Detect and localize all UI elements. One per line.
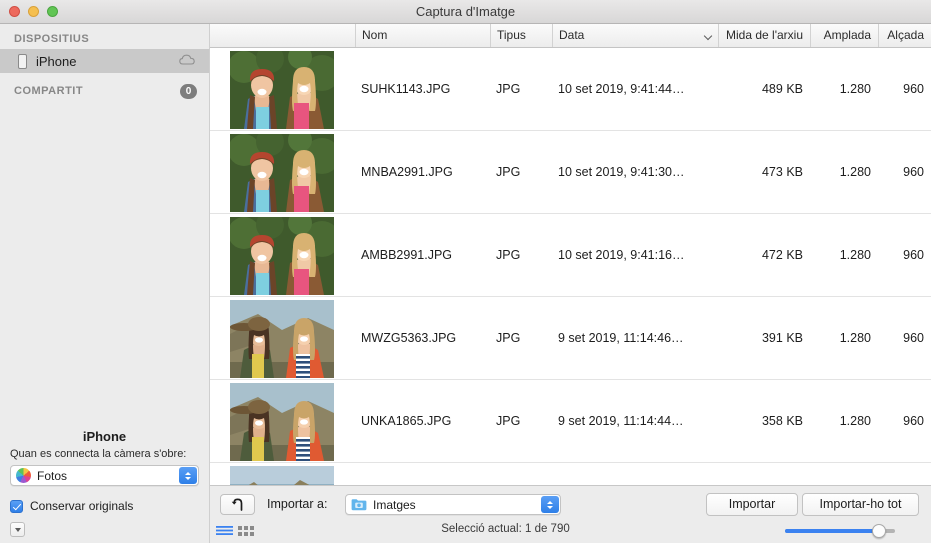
- cell-width: 1.280: [839, 414, 871, 428]
- cell-type: JPG: [496, 165, 521, 179]
- sidebar: DISPOSITIUS iPhone COMPARTIT 0 iPhone Qu…: [0, 24, 210, 543]
- table-row[interactable]: MNBA2991.JPG JPG 10 set 2019, 9:41:30… 473 …: [210, 131, 931, 214]
- table-header: Nom Tipus Data Mida de l'arxiu Amplada Alçada: [210, 24, 931, 48]
- pictures-folder-icon: [351, 498, 367, 511]
- cell-width: [810, 463, 871, 485]
- cell-size: 472 KB: [761, 248, 803, 262]
- rotate-left-icon: [231, 498, 243, 511]
- cell-name: MWZG5363.JPG: [361, 331, 457, 345]
- thumbnail-size-slider[interactable]: [785, 524, 895, 538]
- cell-type: JPG: [496, 82, 521, 96]
- column-header-label: Mida de l'arxiu: [726, 28, 803, 42]
- keep-originals-row[interactable]: Conservar originals: [10, 499, 199, 513]
- column-header-date[interactable]: Data: [552, 24, 718, 47]
- column-header-label: Nom: [362, 28, 388, 42]
- cell-size: [718, 463, 803, 485]
- cell-size: 489 KB: [761, 82, 803, 96]
- column-header-label: Data: [559, 28, 585, 42]
- cell-width: 1.280: [839, 248, 871, 262]
- cell-height: 960: [903, 165, 924, 179]
- destination-popup[interactable]: Imatges: [345, 494, 561, 515]
- import-button[interactable]: Importar: [706, 493, 798, 516]
- cell-date: 10 set 2019, 9:41:16…: [558, 248, 685, 262]
- sidebar-section-devices: DISPOSITIUS: [14, 33, 90, 45]
- cloud-icon: [179, 52, 195, 70]
- cell-type: JPG: [496, 331, 521, 345]
- cell-type: JPG: [496, 414, 521, 428]
- image-capture-window: Captura d'Imatge DISPOSITIUS iPhone COMP…: [0, 0, 931, 543]
- cell-date: [558, 463, 718, 485]
- disclosure-triangle-icon[interactable]: [10, 522, 25, 537]
- photo-thumbnail[interactable]: [230, 383, 334, 461]
- cell-name: [361, 463, 490, 485]
- slider-fill: [785, 529, 879, 533]
- column-header-label: Tipus: [497, 28, 526, 42]
- sidebar-section-shared-label: COMPARTIT: [14, 85, 84, 97]
- window-title: Captura d'Imatge: [415, 4, 516, 19]
- photo-thumbnail[interactable]: [230, 466, 334, 485]
- photo-thumbnail[interactable]: [230, 51, 334, 129]
- cell-size: 391 KB: [761, 331, 803, 345]
- photo-thumbnail[interactable]: [230, 134, 334, 212]
- cell-date: 9 set 2019, 11:14:44…: [558, 414, 684, 428]
- cell-height: 960: [903, 414, 924, 428]
- column-header-size[interactable]: Mida de l'arxiu: [718, 24, 810, 47]
- panel-device-title: iPhone: [82, 429, 127, 444]
- device-settings-panel: iPhone Quan es connecta la càmera s'obre…: [0, 429, 209, 543]
- table-row[interactable]: UNKA1865.JPG JPG 9 set 2019, 11:14:44… 358 …: [210, 380, 931, 463]
- cell-type: [496, 463, 552, 485]
- iphone-icon: [18, 53, 27, 69]
- chevron-down-icon[interactable]: [705, 33, 712, 37]
- keep-originals-checkbox[interactable]: [10, 499, 23, 513]
- cell-date: 10 set 2019, 9:41:30…: [558, 165, 685, 179]
- sidebar-item-label: iPhone: [36, 53, 77, 69]
- open-app-popup-value: Fotos: [37, 468, 68, 483]
- sidebar-item-iphone[interactable]: iPhone: [0, 49, 209, 73]
- table-row[interactable]: MWZG5363.JPG JPG 9 set 2019, 11:14:46… 391 …: [210, 297, 931, 380]
- table-row[interactable]: [210, 463, 931, 485]
- column-header-width[interactable]: Amplada: [810, 24, 878, 47]
- open-app-popup[interactable]: Fotos: [10, 465, 199, 486]
- bottom-toolbar: Importar a: Imatges Importar Importar-ho…: [210, 485, 931, 543]
- keep-originals-label: Conservar originals: [30, 499, 134, 513]
- cell-height: [878, 463, 924, 485]
- column-header-type[interactable]: Tipus: [490, 24, 552, 47]
- column-header-name[interactable]: Nom: [355, 24, 490, 47]
- chevron-updown-icon: [541, 496, 559, 513]
- cell-width: 1.280: [839, 165, 871, 179]
- rotate-button[interactable]: [220, 494, 255, 515]
- cell-name: UNKA1865.JPG: [361, 414, 452, 428]
- table-row[interactable]: SUHK1143.JPG JPG 10 set 2019, 9:41:44… 489 …: [210, 48, 931, 131]
- sidebar-section-shared[interactable]: COMPARTIT 0: [0, 80, 209, 102]
- chevron-updown-icon: [179, 467, 197, 484]
- cell-date: 10 set 2019, 9:41:44…: [558, 82, 685, 96]
- cell-date: 9 set 2019, 11:14:46…: [558, 331, 684, 345]
- destination-popup-value: Imatges: [373, 497, 416, 512]
- cell-name: AMBB2991.JPG: [361, 248, 453, 262]
- table-row[interactable]: AMBB2991.JPG JPG 10 set 2019, 9:41:16… 472 …: [210, 214, 931, 297]
- import-all-button[interactable]: Importar-ho tot: [802, 493, 919, 516]
- photo-thumbnail[interactable]: [230, 217, 334, 295]
- slider-knob[interactable]: [871, 524, 886, 538]
- cell-type: JPG: [496, 248, 521, 262]
- shared-count-badge: 0: [180, 83, 197, 99]
- cell-name: MNBA2991.JPG: [361, 165, 453, 179]
- column-header-height[interactable]: Alçada: [878, 24, 931, 47]
- photos-app-icon: [16, 468, 31, 483]
- file-list-table[interactable]: SUHK1143.JPG JPG 10 set 2019, 9:41:44… 489 …: [210, 48, 931, 485]
- open-on-connect-label: Quan es connecta la càmera s'obre:: [10, 448, 187, 460]
- import-to-label: Importar a:: [267, 497, 328, 511]
- photo-thumbnail[interactable]: [230, 300, 334, 378]
- title-bar: Captura d'Imatge: [0, 0, 931, 24]
- cell-height: 960: [903, 248, 924, 262]
- cell-width: 1.280: [839, 82, 871, 96]
- cell-height: 960: [903, 82, 924, 96]
- cell-width: 1.280: [839, 331, 871, 345]
- cell-size: 358 KB: [761, 414, 803, 428]
- cell-size: 473 KB: [761, 165, 803, 179]
- cell-name: SUHK1143.JPG: [361, 82, 451, 96]
- column-header-label: Amplada: [823, 28, 871, 42]
- cell-height: 960: [903, 331, 924, 345]
- column-header-label: Alçada: [887, 28, 924, 42]
